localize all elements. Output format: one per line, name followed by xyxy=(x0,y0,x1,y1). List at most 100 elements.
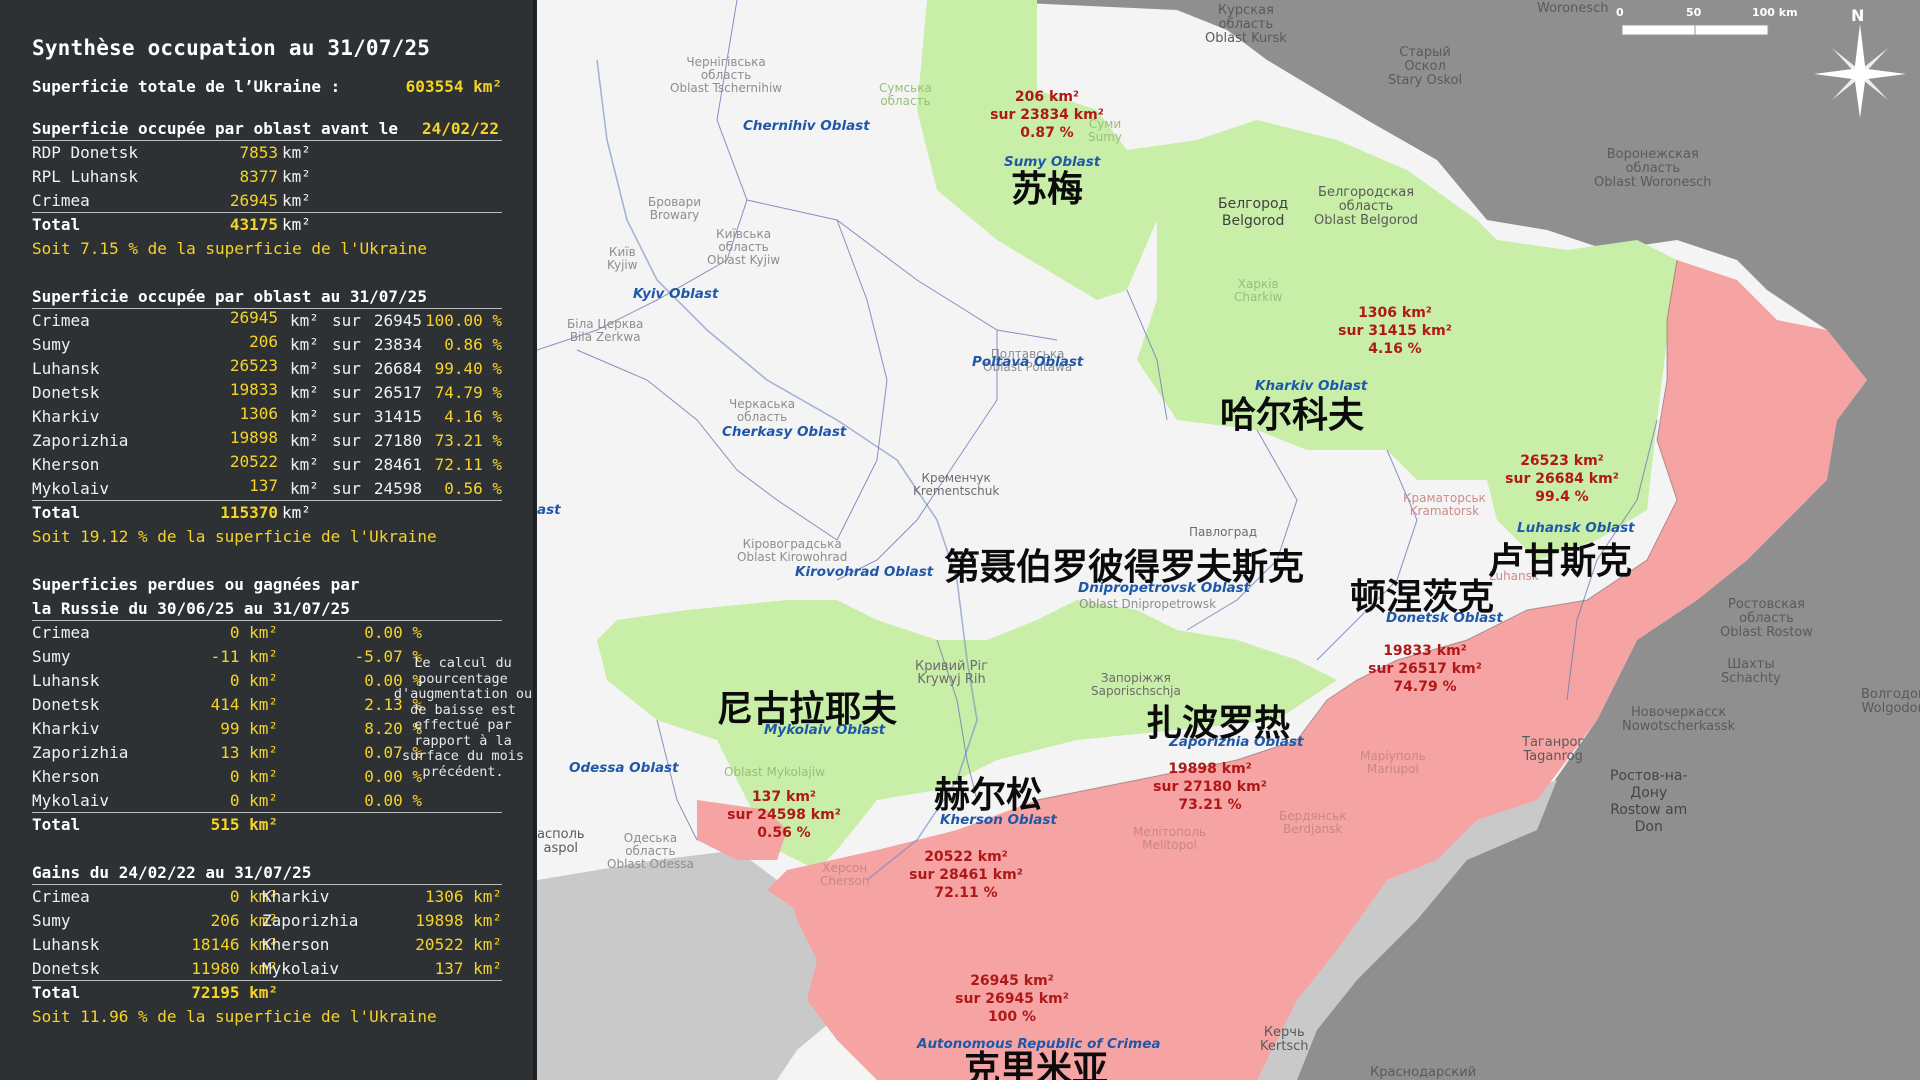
oblast-label-cut: ast xyxy=(537,502,561,518)
place-label-line: Don xyxy=(1634,819,1663,835)
place-label-line: Bila Zerkwa xyxy=(569,330,641,344)
current-row: Mykolaiv 137 km² sur 24598 0.56 % xyxy=(32,476,502,500)
before-heading-text: Superficie occupée par oblast avant le xyxy=(32,119,399,138)
place-label-line: Новочеркасск xyxy=(1630,705,1727,720)
stat-line: 4.16 % xyxy=(1368,341,1422,357)
place-volgodonsk: Волгодон Wolgodon xyxy=(1861,688,1920,716)
sur-word: sur xyxy=(332,311,361,330)
change-row: Crimea 0 km² 0.00 % xyxy=(32,622,502,644)
current-total-label: Total xyxy=(32,503,81,522)
place-sevastopol-cut: асполь aspol xyxy=(537,828,585,856)
oblast-name: Donetsk xyxy=(32,695,100,714)
place-label-line: Белгород xyxy=(1218,196,1289,212)
place-label-line: Oblast Tschernihiw xyxy=(670,81,783,95)
oblast-name: Sumy xyxy=(32,335,71,354)
place-rostov-city: Ростов-на- Дону Rostow am Don xyxy=(1610,768,1688,836)
place-label-line: Charkiw xyxy=(1234,290,1283,304)
stat-line: 206 km² xyxy=(1014,89,1080,105)
place-kyiv-city: Київ Kyjiw xyxy=(607,246,638,272)
area-unit: km² xyxy=(290,311,319,330)
stat-line: 0.87 % xyxy=(1020,125,1074,141)
stat-line: 1306 km² xyxy=(1358,305,1432,321)
sur-word: sur xyxy=(332,359,361,378)
place-label-line: Krywyj Rih xyxy=(917,672,986,687)
gains-summary: Soit 11.96 % de la superficie de l'Ukrai… xyxy=(32,1007,437,1026)
place-shakhty: Шахты Schachty xyxy=(1721,658,1781,686)
place-chernihiv-local: Чернігівська область Oblast Tschernihiw xyxy=(670,56,782,95)
occupied-value: 19898 xyxy=(229,428,278,447)
change-value: 414 km² xyxy=(210,695,278,714)
stat-line: 99.4 % xyxy=(1535,489,1589,505)
oblast-name: Luhansk xyxy=(32,671,100,690)
place-bila-tserkva: Біла Церква Bila Zerkwa xyxy=(567,318,643,344)
stat-line: 73.21 % xyxy=(1178,797,1242,813)
before-heading-date: 24/02/22 xyxy=(422,119,500,138)
change-heading-1: Superficies perdues ou gagnées par xyxy=(32,575,360,594)
change-heading-2: la Russie du 30/06/25 au 31/07/25 xyxy=(32,599,350,618)
stat-donetsk: 19833 km² sur 26517 km² 74.79 % xyxy=(1360,642,1490,696)
place-stary-oskol: Старый Оскол Stary Oskol xyxy=(1388,46,1462,88)
oblast-total: 23834 xyxy=(373,335,422,354)
place-label-line: область xyxy=(1625,161,1681,176)
panel-title: Synthèse occupation au 31/07/25 xyxy=(32,36,431,60)
gains-total-row: Total 72195 km² xyxy=(32,982,502,1004)
oblast-total: 28461 xyxy=(373,455,422,474)
place-label-line: aspol xyxy=(543,841,579,856)
occupied-value: 137 xyxy=(249,476,278,495)
oblast-name: Kherson xyxy=(32,767,100,786)
oblast-total: 24598 xyxy=(373,479,422,498)
place-label-line: Cherson xyxy=(820,874,870,888)
change-value: -11 km² xyxy=(210,647,278,666)
place-brovary: Бровари Browary xyxy=(648,196,701,222)
occupied-value: 19833 xyxy=(229,380,278,399)
place-label-line: Oblast Rostow xyxy=(1720,625,1813,640)
place-label-line: Mariupol xyxy=(1366,762,1419,776)
total-area-value: 603554 km² xyxy=(405,77,502,96)
place-label-line: Kertsch xyxy=(1260,1039,1309,1054)
oblast-name: Zaporizhia xyxy=(32,431,129,450)
occupied-percent: 74.79 % xyxy=(434,383,502,402)
area-unit: km² xyxy=(290,431,319,450)
stat-mykolaiv: 137 km² sur 24598 km² 0.56 % xyxy=(719,788,849,842)
place-kyiv-local: Київська область Oblast Kyjiw xyxy=(707,228,780,267)
place-voronezh-oblast: Воронежская область Oblast Woronesch xyxy=(1594,148,1712,190)
total-area-label: Superficie totale de l’Ukraine : xyxy=(32,77,341,96)
place-kharkiv-local: Харків Charkiw xyxy=(1234,278,1282,304)
oblast-name: Crimea xyxy=(32,311,90,330)
occupied-percent: 72.11 % xyxy=(434,455,502,474)
before-row: RDP Donetsk 7853 km² xyxy=(32,142,502,164)
place-label-line: Керчь xyxy=(1263,1025,1305,1040)
gains-row: Luhansk 18146 km² Kherson 20522 km² xyxy=(32,934,502,956)
gains-total-label: Total xyxy=(32,983,81,1002)
current-row: Sumy 206 km² sur 23834 0.86 % xyxy=(32,332,502,356)
stat-sumy: 206 km² sur 23834 km² 0.87 % xyxy=(982,88,1112,142)
oblast-name: Zaporizhia xyxy=(262,911,359,930)
occupied-value: 1306 xyxy=(239,404,278,423)
gains-row: Crimea 0 km² Kharkiv 1306 km² xyxy=(32,886,502,908)
oblast-label-chernihiv: Chernihiv Oblast xyxy=(743,118,870,134)
sur-word: sur xyxy=(332,479,361,498)
place-label-line: Oblast Odessa xyxy=(607,857,694,871)
oblast-label-odessa: Odessa Oblast xyxy=(569,760,679,776)
place-kerch: Керчь Kertsch xyxy=(1260,1026,1308,1054)
place-label-line: Kramatorsk xyxy=(1409,504,1480,518)
cn-label-donetsk: 顿涅茨克 xyxy=(1350,577,1495,618)
place-kramatorsk: Краматорськ Kramatorsk xyxy=(1403,492,1486,518)
gain-value: 206 km² xyxy=(210,911,278,930)
oblast-total: 27180 xyxy=(373,431,422,450)
oblast-name: Mykolaiv xyxy=(262,959,340,978)
occupied-value: 26945 xyxy=(229,308,278,327)
change-total-label: Total xyxy=(32,815,81,834)
oblast-name: Kharkiv xyxy=(32,719,100,738)
oblast-name: RPL Luhansk xyxy=(32,167,138,186)
oblast-name: Luhansk xyxy=(32,359,100,378)
oblast-name: Kharkiv xyxy=(262,887,330,906)
place-melitopol: Мелітополь Melitopol xyxy=(1133,826,1206,852)
stat-luhansk: 26523 km² sur 26684 km² 99.4 % xyxy=(1497,452,1627,506)
area-value: 7853 xyxy=(239,143,278,162)
sur-word: sur xyxy=(332,407,361,426)
stat-line: sur 28461 km² xyxy=(909,867,1023,883)
place-label-line: Дону xyxy=(1630,785,1668,801)
area-unit: km² xyxy=(282,191,311,210)
summary-panel: Synthèse occupation au 31/07/25 Superfic… xyxy=(0,0,535,1080)
